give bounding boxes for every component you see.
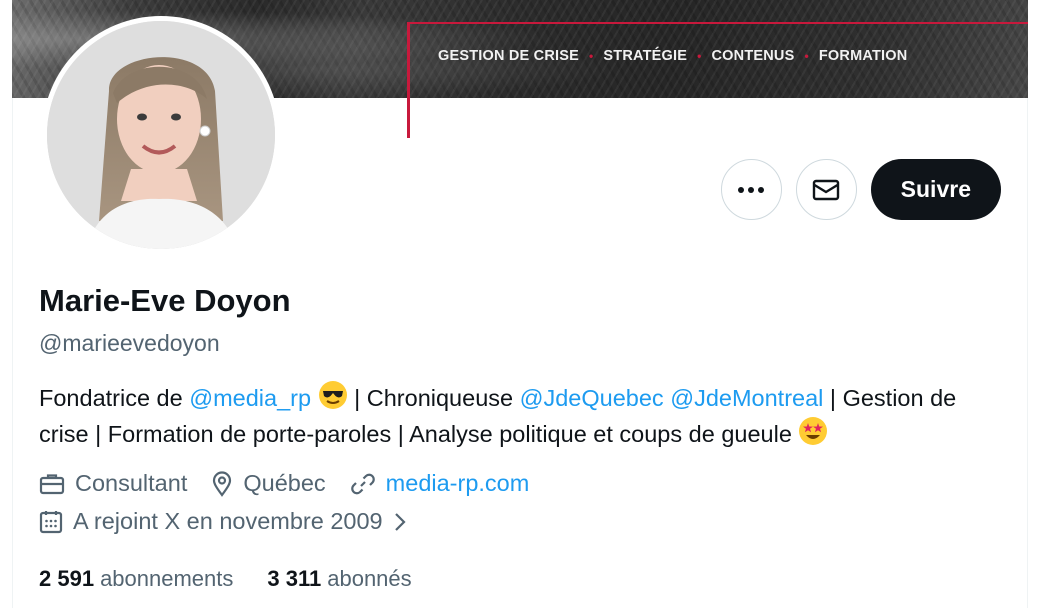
message-button[interactable] [795,159,857,220]
meta-category: Consultant [39,470,187,497]
meta-location: Québec [211,470,326,497]
star-struck-emoji-icon [799,417,828,445]
followers-stat[interactable]: 3 311 abonnés [267,566,411,592]
followers-count: 3 311 [267,566,322,591]
mention-link[interactable]: @media_rp [189,385,311,411]
profile-photo-illustration [47,21,275,249]
mention-link[interactable]: @JdeMontreal [670,385,823,411]
banner-nav-separator: • [697,49,702,63]
banner-accent-vertical-line [407,22,410,138]
following-label: abonnements [100,566,234,591]
bio-text: Fondatrice de [39,385,190,411]
profile-joined[interactable]: A rejoint X en novembre 2009 [39,508,407,535]
joined-date: A rejoint X en novembre 2009 [73,508,383,534]
more-dots-icon [738,186,765,193]
banner-nav-item: CONTENUS [711,48,795,64]
link-icon [350,473,375,494]
calendar-icon [39,510,63,533]
mention-link[interactable]: @JdeQuebec [520,385,664,411]
banner-nav-item: FORMATION [818,48,908,64]
more-button[interactable] [720,159,782,220]
meta-website[interactable]: media-rp.com [350,470,530,497]
meta-location-label: Québec [243,470,326,496]
sunglasses-emoji-icon [318,381,347,409]
profile-stats: 2 591 abonnements 3 311 abonnés [39,566,412,592]
bio-text: | Chroniqueuse [347,385,520,411]
chevron-right-icon [394,512,406,531]
website-link[interactable]: media-rp.com [386,470,530,497]
profile-meta: Consultant Québec media-rp.com [39,470,543,497]
profile-bio: Fondatrice de @media_rp | Chroniqueuse @… [39,380,1009,452]
banner-nav-separator: • [804,49,809,63]
banner-nav-separator: • [588,49,594,63]
banner-nav: GESTION DE CRISE • STRATÉGIE • CONTENUS … [438,48,907,64]
location-pin-icon [213,470,232,497]
meta-category-label: Consultant [75,470,188,496]
banner-accent-line [408,22,1028,24]
following-stat[interactable]: 2 591 abonnements [39,566,233,592]
following-count: 2 591 [39,566,95,591]
profile-photo [47,21,275,249]
follow-button[interactable]: Suivre [870,159,1001,220]
profile-actions: Suivre [720,159,1001,220]
profile-handle: @marieevedoyon [39,330,220,356]
envelope-icon [812,179,840,200]
briefcase-icon [39,473,65,494]
banner-nav-item: GESTION DE CRISE [438,48,579,64]
banner-nav-item: STRATÉGIE [603,48,688,64]
profile-name: Marie-Eve Doyon [39,283,291,318]
avatar[interactable] [42,16,280,254]
followers-label: abonnés [327,566,412,591]
